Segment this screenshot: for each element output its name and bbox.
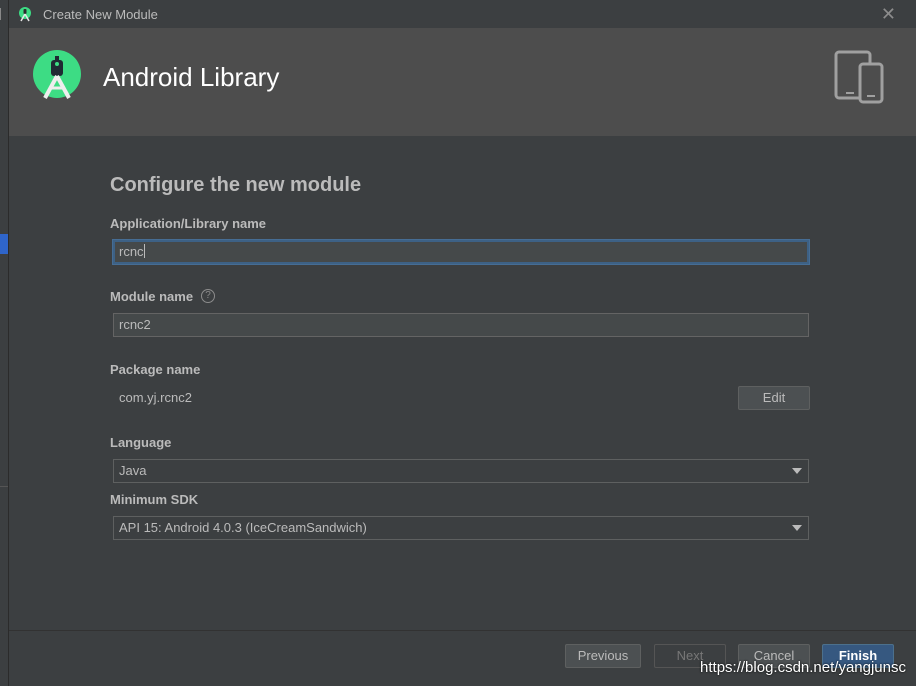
app-name-input[interactable]: rcnc <box>113 240 809 264</box>
language-value: Java <box>119 463 147 478</box>
phone-tablet-icon <box>834 50 884 104</box>
module-name-label: Module name <box>110 289 194 304</box>
package-name-label: Package name <box>110 362 201 377</box>
window-title: Create New Module <box>43 7 158 22</box>
min-sdk-value: API 15: Android 4.0.3 (IceCreamSandwich) <box>119 520 367 535</box>
dialog-footer: Previous Next Cancel Finish <box>9 630 916 686</box>
app-name-label: Application/Library name <box>110 216 267 231</box>
module-name-value: rcnc2 <box>119 317 151 332</box>
form-content: Configure the new module Application/Lib… <box>9 136 916 630</box>
close-icon[interactable]: ✕ <box>881 3 896 25</box>
app-name-value: rcnc <box>119 244 144 259</box>
min-sdk-select[interactable]: API 15: Android 4.0.3 (IceCreamSandwich) <box>113 516 809 540</box>
watermark-text: https://blog.csdn.net/yangjunsc <box>700 659 906 676</box>
language-label: Language <box>110 435 172 450</box>
package-name-value: com.yj.rcnc2 <box>119 390 192 405</box>
chevron-down-icon <box>792 525 802 531</box>
ide-edge-mark <box>0 8 4 20</box>
android-studio-icon <box>19 7 31 22</box>
section-title: Configure the new module <box>110 174 362 196</box>
module-name-input[interactable]: rcnc2 <box>113 313 809 337</box>
android-studio-logo-icon <box>33 50 81 99</box>
previous-button[interactable]: Previous <box>565 644 641 668</box>
ide-divider <box>0 486 8 487</box>
help-icon[interactable]: ? <box>201 289 215 303</box>
ide-selection-bar <box>0 234 8 254</box>
background-ide <box>0 0 8 686</box>
create-module-dialog: Create New Module ✕ Android Library Conf… <box>8 0 916 686</box>
edit-package-button[interactable]: Edit <box>738 386 810 410</box>
header-banner: Android Library <box>9 28 916 136</box>
chevron-down-icon <box>792 468 802 474</box>
title-bar: Create New Module ✕ <box>9 0 916 28</box>
min-sdk-label: Minimum SDK <box>110 492 199 507</box>
text-caret <box>143 244 145 258</box>
header-title: Android Library <box>103 62 280 92</box>
language-select[interactable]: Java <box>113 459 809 483</box>
